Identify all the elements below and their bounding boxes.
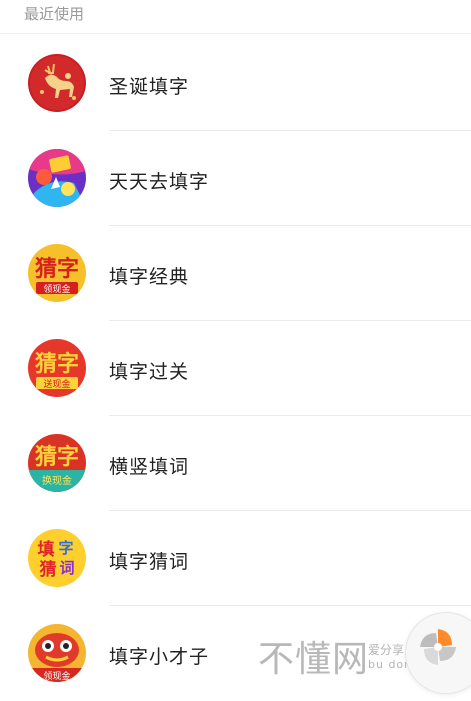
icon-char-3: 猜: [39, 559, 57, 580]
icon-main-text: 猜字: [34, 351, 79, 377]
app-name: 天天去填字: [109, 171, 210, 193]
recent-apps-list: 圣诞填字 天天去填字 猜字 领现金 填字经典 猜字 送现金 填字过关 猜字 换现…: [0, 36, 471, 700]
app-name: 横竖填词: [109, 456, 190, 478]
list-item-app[interactable]: 填 字 猜 词 填字猜词: [0, 511, 471, 606]
cai-zi-red-icon: 猜字 领现金: [28, 244, 86, 302]
pinwheel-icon: [420, 629, 456, 665]
cai-zi-orange-icon: 猜字 送现金: [28, 339, 86, 397]
list-item-app[interactable]: 猜字 送现金 填字过关: [0, 321, 471, 416]
app-name: 填字小才子: [109, 646, 210, 668]
tian-zi-cai-ci-icon: 填 字 猜 词: [28, 529, 86, 587]
icon-char-4: 词: [59, 559, 74, 577]
cai-zi-teal-icon: 猜字 换现金: [28, 434, 86, 492]
list-item-app[interactable]: 猜字 换现金 横竖填词: [0, 416, 471, 511]
app-name: 填字猜词: [109, 551, 190, 573]
icon-sub-text: 领现金: [43, 670, 70, 682]
section-header-recent: 最近使用: [0, 0, 471, 34]
icon-char-2: 字: [58, 539, 73, 557]
list-item-app[interactable]: 天天去填字: [0, 131, 471, 226]
app-name: 填字经典: [109, 266, 190, 288]
icon-sub-text: 领现金: [43, 283, 70, 295]
list-item-app[interactable]: 圣诞填字: [0, 36, 471, 131]
colorful-party-icon: [28, 149, 86, 207]
icon-sub-text: 送现金: [43, 378, 70, 390]
icon-main-text: 猜字: [34, 444, 79, 470]
lion-dance-icon: 领现金: [28, 624, 86, 682]
christmas-reindeer-icon: [28, 54, 86, 112]
list-item-app[interactable]: 猜字 领现金 填字经典: [0, 226, 471, 321]
icon-char-1: 填: [38, 539, 55, 560]
app-name: 圣诞填字: [109, 76, 190, 98]
app-name: 填字过关: [109, 361, 190, 383]
icon-main-text: 猜字: [34, 256, 79, 282]
icon-sub-text: 换现金: [42, 474, 72, 487]
watermark-logo-text: 不懂网: [258, 639, 370, 680]
